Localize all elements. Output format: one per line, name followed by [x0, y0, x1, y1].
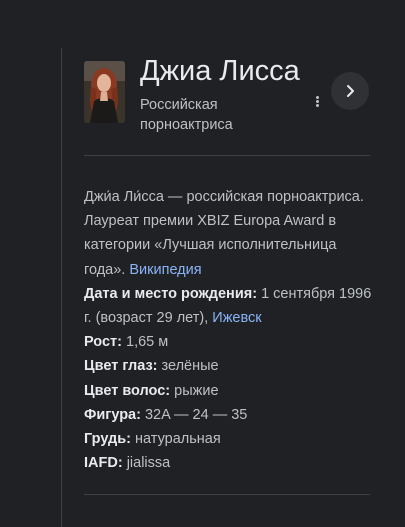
fact-hair-label: Цвет волос: [84, 382, 171, 399]
knowledge-panel-header: Джиа Лисса Российская порноактриса [84, 55, 384, 145]
fact-iafd: IAFD: jialissa [84, 451, 374, 475]
fact-height-label: Рост: [84, 334, 122, 351]
panel-left-border [61, 48, 62, 527]
description-text: Джи́а Ли́сса — российская порноактриса. … [84, 189, 364, 278]
fact-figure-label: Фигура: [84, 406, 141, 423]
wikipedia-link[interactable]: Википедия [129, 262, 201, 278]
fact-iafd-value: jialissa [126, 455, 171, 472]
fact-eyes-label: Цвет глаз: [84, 358, 158, 375]
profile-photo-image [84, 61, 125, 123]
more-options-icon[interactable] [310, 95, 324, 111]
fact-hair-value: рыжие [174, 382, 219, 399]
fact-height-value: 1,65 м [126, 334, 169, 351]
fact-breasts: Грудь: натуральная [84, 427, 374, 451]
fact-eyes-value: зелёные [161, 358, 219, 375]
fact-figure-value: 32A — 24 — 35 [144, 406, 248, 423]
fact-eyes: Цвет глаз: зелёные [84, 354, 374, 378]
divider-bottom [84, 494, 370, 495]
fact-figure: Фигура: 32A — 24 — 35 [84, 403, 374, 427]
fact-hair: Цвет волос: рыжие [84, 379, 374, 403]
fact-height: Рост: 1,65 м [84, 330, 374, 354]
fact-iafd-label: IAFD: [84, 455, 123, 472]
profile-photo[interactable] [84, 61, 125, 123]
fact-breasts-value: натуральная [135, 431, 221, 448]
fact-breasts-label: Грудь: [84, 431, 131, 448]
divider-top [84, 155, 370, 156]
fact-birth-label: Дата и место рождения: [84, 285, 258, 302]
birthplace-link[interactable]: Ижевск [212, 310, 261, 326]
panel-content: Джи́а Ли́сса — российская порноактриса. … [84, 185, 374, 475]
chevron-right-icon [347, 85, 354, 97]
next-button[interactable] [331, 72, 369, 110]
description: Джи́а Ли́сса — российская порноактриса. … [84, 185, 374, 282]
entity-title: Джиа Лисса [140, 55, 300, 87]
entity-subtitle: Российская порноактриса [140, 97, 233, 133]
fact-birth: Дата и место рождения: 1 сентября 1996 г… [84, 282, 374, 330]
